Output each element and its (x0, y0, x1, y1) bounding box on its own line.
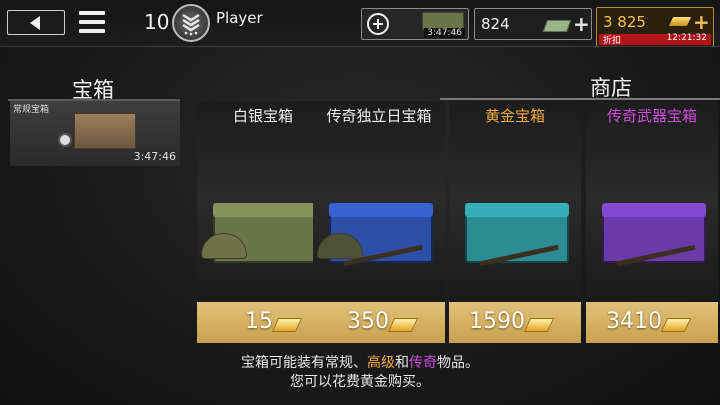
gold-counter[interactable]: 3 825 + 折扣 12:21:32 (596, 7, 714, 47)
owned-chest-image (74, 113, 136, 149)
player-level: 10 (144, 10, 170, 34)
footer-line-1: 宝箱可能装有常规、高级和传奇物品。 (0, 354, 720, 373)
gold-bar-icon (523, 318, 555, 332)
menu-icon-bar (79, 20, 105, 24)
owned-chest-card[interactable]: 常规宝箱 3:47:46 (10, 101, 180, 166)
gold-bar-icon (660, 318, 692, 332)
crate-lid (329, 203, 433, 217)
add-gold-icon: + (693, 10, 710, 34)
crate-lid (602, 203, 706, 217)
buy-button[interactable]: 350 (313, 302, 445, 343)
footer-info-text: 宝箱可能装有常规、高级和传奇物品。 您可以花费黄金购买。 (0, 354, 720, 392)
card-background (449, 101, 581, 301)
top-divider (0, 46, 720, 47)
price-value: 15 (245, 309, 273, 334)
chest-slot-timer: 3:47:46 (424, 28, 465, 38)
back-arrow-icon (30, 16, 40, 30)
top-bar: 10 Player 3:47:46 824 + 3 825 + 折扣 12:21… (0, 0, 720, 47)
footer-text: 宝箱可能装有常规、 (241, 355, 367, 371)
plus-circle-icon (367, 13, 389, 35)
card-background (197, 101, 329, 301)
price-value: 1590 (469, 309, 525, 334)
footer-text: 和 (395, 355, 409, 371)
shop-card-legendary-weapon-chest[interactable]: 传奇武器宝箱 3410 (586, 101, 718, 343)
gold-bar-icon (387, 318, 419, 332)
price-value: 350 (347, 309, 389, 334)
owned-chest-timer: 3:47:46 (133, 150, 176, 163)
menu-button[interactable] (79, 11, 105, 35)
back-button[interactable] (7, 10, 65, 35)
shop-section-underline (440, 98, 720, 100)
menu-icon-bar (79, 29, 105, 33)
player-name[interactable]: Player (216, 9, 263, 27)
discount-timer: 12:21:32 (666, 33, 707, 43)
gold-bar-icon (668, 17, 692, 26)
crate-lid (213, 203, 317, 217)
buy-button[interactable]: 1590 (449, 302, 581, 343)
gold-bar-icon (271, 318, 303, 332)
footer-advanced-text: 高级 (367, 355, 395, 371)
rank-chevrons (182, 13, 200, 36)
menu-icon (79, 11, 105, 15)
clock-icon (58, 133, 72, 147)
discount-label: 折扣 (603, 36, 622, 46)
gold-amount: 3 825 (603, 13, 646, 31)
footer-legendary-text: 传奇 (409, 355, 437, 371)
crate-lid (465, 203, 569, 217)
price-value: 3410 (606, 309, 662, 334)
shop-card-silver-chest[interactable]: 白银宝箱 15 (197, 101, 329, 343)
footer-line-2: 您可以花费黄金购买。 (290, 374, 430, 390)
rank-badge-icon[interactable] (172, 4, 210, 42)
owned-chest-label: 常规宝箱 (13, 105, 50, 115)
shop-card-gold-chest[interactable]: 黄金宝箱 1590 (449, 101, 581, 343)
shop-card-independence-chest[interactable]: 传奇独立日宝箱 350 (313, 101, 445, 343)
cash-amount: 824 (481, 15, 510, 33)
card-title: 白银宝箱 (232, 107, 293, 125)
chest-slot-button[interactable]: 3:47:46 (361, 8, 469, 40)
discount-banner: 折扣 12:21:32 (599, 33, 711, 46)
card-background (586, 101, 718, 301)
cash-icon (542, 20, 572, 32)
footer-text: 物品。 (437, 355, 479, 371)
card-title: 传奇独立日宝箱 (326, 107, 432, 125)
card-background (313, 101, 445, 301)
card-title: 黄金宝箱 (484, 107, 545, 125)
add-cash-icon: + (573, 12, 590, 36)
buy-button[interactable]: 15 (197, 302, 329, 343)
cash-counter[interactable]: 824 + (474, 8, 592, 40)
card-title: 传奇武器宝箱 (606, 107, 697, 125)
buy-button[interactable]: 3410 (586, 302, 718, 343)
